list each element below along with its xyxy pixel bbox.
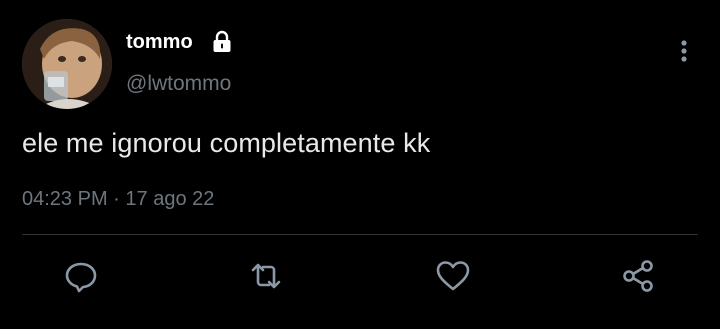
tweet-date: 17 ago 22	[125, 188, 215, 210]
share-icon	[623, 260, 653, 292]
display-name[interactable]: tommo	[126, 31, 193, 54]
user-handle[interactable]: @lwtommo	[126, 72, 231, 96]
tweet-card: tommo @lwtommo ele me ignorou completame…	[0, 0, 720, 329]
tweet-text: ele me ignorou completamente kk	[22, 128, 431, 158]
tweet-time: 04:23 PM	[22, 188, 108, 210]
retweet-icon	[251, 263, 281, 289]
share-button[interactable]	[620, 258, 656, 294]
avatar[interactable]	[22, 19, 112, 109]
meta-separator: ·	[113, 188, 120, 210]
tweet-timestamp[interactable]: 04:23 PM · 17 ago 22	[22, 188, 214, 211]
divider	[22, 234, 698, 235]
more-options-icon[interactable]	[672, 36, 696, 66]
like-button[interactable]	[435, 258, 471, 294]
reply-icon	[65, 262, 97, 293]
heart-icon	[436, 261, 470, 291]
lock-icon	[213, 30, 231, 52]
retweet-button[interactable]	[248, 258, 284, 294]
reply-button[interactable]	[63, 258, 99, 294]
